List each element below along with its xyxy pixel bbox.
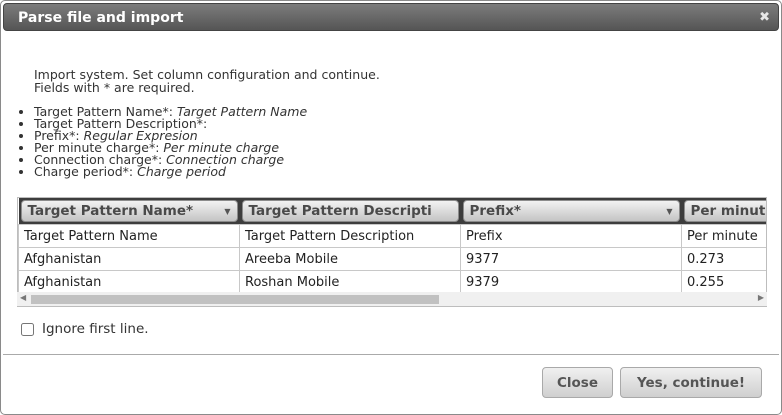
chevron-down-icon: ▼	[224, 206, 231, 216]
table-row: Target Pattern Name Target Pattern Descr…	[18, 224, 766, 248]
horizontal-scrollbar[interactable]: ◀ ▶	[17, 292, 767, 306]
column-select-prefix[interactable]: Prefix* ▼	[462, 200, 680, 222]
table-row: Afghanistan Areeba Mobile 9377 0.273	[18, 247, 766, 271]
column-select-target-pattern-description[interactable]: Target Pattern Descripti	[241, 200, 459, 222]
intro-line-2: Fields with * are required.	[34, 79, 195, 95]
close-icon[interactable]: ✖	[759, 10, 770, 25]
close-button[interactable]: Close	[542, 367, 613, 398]
table-cell: Target Pattern Name	[18, 224, 240, 248]
intro-text: Import system. Set column configuration …	[34, 68, 380, 95]
field-value: Charge period	[137, 164, 226, 179]
column-header: Target Pattern Name* ▼	[18, 198, 240, 225]
table-cell: 9379	[460, 270, 682, 294]
table-cell: 0.273	[681, 247, 766, 271]
chevron-down-icon: ▼	[666, 206, 673, 216]
scroll-left-icon[interactable]: ◀	[20, 293, 26, 302]
grid-header-row: Target Pattern Name* ▼ Target Pattern De…	[18, 198, 766, 225]
table-cell: Target Pattern Description	[239, 224, 461, 248]
table-cell: Afghanistan	[18, 247, 240, 271]
table-cell: Afghanistan	[18, 270, 240, 294]
column-header: Prefix* ▼	[460, 198, 682, 225]
required-fields-list: Target Pattern Name*: Target Pattern Nam…	[17, 105, 307, 179]
ignore-first-line-label: Ignore first line.	[42, 321, 149, 337]
dialog-title: Parse file and import	[18, 10, 184, 26]
column-select-per-minute[interactable]: Per minut	[683, 200, 766, 222]
continue-button[interactable]: Yes, continue!	[620, 367, 762, 398]
column-select-label: Per minut	[690, 203, 766, 219]
column-select-label: Prefix*	[469, 203, 521, 219]
preview-grid: Target Pattern Name* ▼ Target Pattern De…	[17, 197, 767, 307]
field-label: Charge period*:	[34, 164, 138, 179]
table-row: Afghanistan Roshan Mobile 9379 0.255	[18, 270, 766, 294]
scroll-right-icon[interactable]: ▶	[758, 293, 764, 302]
table-cell: Per minute	[681, 224, 766, 248]
table-cell: Roshan Mobile	[239, 270, 461, 294]
column-select-label: Target Pattern Name*	[27, 203, 194, 219]
column-select-target-pattern-name[interactable]: Target Pattern Name* ▼	[20, 200, 238, 222]
dialog-titlebar[interactable]: Parse file and import ✖	[3, 3, 779, 31]
field-item: Charge period*: Charge period	[34, 164, 307, 179]
column-header: Per minut	[681, 198, 766, 225]
column-header: Target Pattern Descripti	[239, 198, 461, 225]
table-cell: 0.255	[681, 270, 766, 294]
column-select-label: Target Pattern Descripti	[248, 203, 432, 219]
table-cell: 9377	[460, 247, 682, 271]
scrollbar-thumb[interactable]	[31, 295, 439, 304]
table-cell: Areeba Mobile	[239, 247, 461, 271]
ignore-first-line-checkbox[interactable]	[21, 322, 34, 336]
footer-divider	[3, 354, 779, 355]
table-cell: Prefix	[460, 224, 682, 248]
ignore-first-line-option[interactable]: Ignore first line.	[21, 321, 149, 337]
import-dialog: Parse file and import ✖ Import system. S…	[0, 0, 782, 415]
